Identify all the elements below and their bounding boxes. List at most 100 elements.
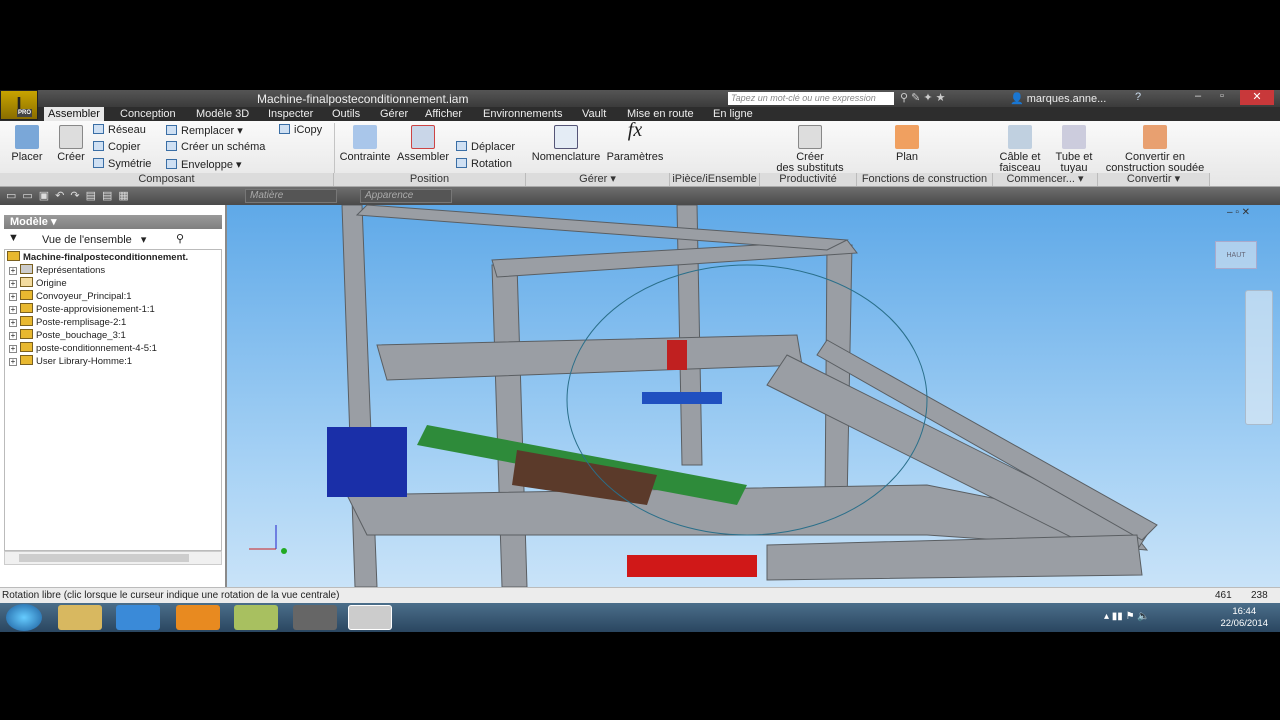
taskbar: ▴ ▮▮ ⚑ 🔈 16:44 22/06/2014 [0,603,1280,632]
cursor-x: 461 [1215,590,1232,601]
find-icon[interactable]: ⚲ [176,232,184,245]
cursor-y: 238 [1251,590,1268,601]
tab-outils[interactable]: Outils [328,107,364,121]
assemble-icon [411,125,435,149]
quick-access-icons[interactable]: ▭▭▣↶↷▤▤▦ [6,189,135,202]
folder-icon [20,277,33,287]
close-button[interactable]: ✕ [1240,90,1274,105]
contrainte-button[interactable]: Contrainte [336,125,394,163]
cable-faisceau-button[interactable]: Câble et faisceau [996,125,1044,174]
tab-modele-3d[interactable]: Modèle 3D [192,107,253,121]
camera-taskbar-icon[interactable] [293,605,337,630]
panel-gerer[interactable]: Gérer ▾ [526,173,670,186]
panel-productivite[interactable]: Productivité [760,173,857,186]
horizontal-scrollbar[interactable] [4,551,222,565]
tab-gerer[interactable]: Gérer [376,107,412,121]
icopy-icon [279,124,290,134]
start-button[interactable] [6,604,42,631]
panel-composant[interactable]: Composant [0,173,334,186]
material-select[interactable]: Matière [245,189,337,203]
tree-item[interactable]: + Origine [9,277,67,290]
assembly-icon [20,355,33,365]
tree-item[interactable]: + Convoyeur_Principal:1 [9,290,132,303]
assembler-button[interactable]: Assembler [395,125,451,163]
tab-vault[interactable]: Vault [578,107,610,121]
maximize-button[interactable]: ▫ [1210,90,1234,105]
panel-fonctions-construction[interactable]: Fonctions de construction [857,173,993,186]
title-bar: Machine-finalposteconditionnement.iam Ta… [0,90,1280,107]
navigation-bar[interactable] [1245,290,1273,425]
tab-afficher[interactable]: Afficher [421,107,466,121]
clock[interactable]: 16:44 22/06/2014 [1220,606,1268,630]
tab-conception[interactable]: Conception [116,107,180,121]
tree-item[interactable]: + Poste_bouchage_3:1 [9,329,126,342]
tray-icons[interactable]: ▴ ▮▮ ⚑ 🔈 [1104,611,1150,622]
remplacer-button[interactable]: Remplacer ▾ [166,124,243,137]
enveloppe-button[interactable]: Enveloppe ▾ [166,158,242,171]
panel-commencer[interactable]: Commencer... ▾ [993,173,1098,186]
rotation-button[interactable]: Rotation [456,158,512,170]
icopy-button[interactable]: iCopy [279,124,322,136]
placer-button[interactable]: Placer [8,125,46,163]
app-taskbar-icon[interactable] [234,605,278,630]
model-browser: Modèle ▾ ▼ Vue de l'ensemble ▾ ⚲ Machine… [0,205,227,587]
tree-item[interactable]: + User Library-Homme:1 [9,355,132,368]
bom-icon [554,125,578,149]
creer-button[interactable]: Créer [54,125,88,163]
user-account[interactable]: 👤 marques.anne... [1010,92,1106,105]
assembly-icon [20,342,33,352]
tree-item[interactable]: + poste-conditionnement-4-5:1 [9,342,157,355]
creer-substituts-button[interactable]: Créer des substituts [770,125,850,174]
tab-assembler[interactable]: Assembler [44,107,104,121]
filter-icon[interactable]: ▼ [8,232,19,244]
inventor-taskbar-icon[interactable] [348,605,392,630]
app-menu-button[interactable]: I PRO [0,90,38,120]
internet-explorer-taskbar-icon[interactable] [116,605,160,630]
viewcube[interactable]: HAUT [1215,241,1257,269]
tree-item[interactable]: + Poste-remplisage-2:1 [9,316,126,329]
copier-button[interactable]: Copier [93,141,140,153]
tube-tuyau-button[interactable]: Tube et tuyau [1052,125,1096,174]
vlc-taskbar-icon[interactable] [176,605,220,630]
browser-toolbar: ▼ Vue de l'ensemble ▾ ⚲ [4,230,222,248]
shrinkwrap-icon [166,159,177,169]
tab-en-ligne[interactable]: En ligne [709,107,757,121]
deplacer-button[interactable]: Déplacer [456,141,515,153]
tab-inspecter[interactable]: Inspecter [264,107,317,121]
constraint-icon [353,125,377,149]
panel-position[interactable]: Position [334,173,526,186]
cable-icon [1008,125,1032,149]
panel-convertir[interactable]: Convertir ▾ [1098,173,1210,186]
assembly-icon [7,251,20,261]
substitute-icon [798,125,822,149]
tree-item[interactable]: + Représentations [9,264,105,277]
help-tools-icons[interactable]: ⚲ ✎ ✦ ★ [900,91,946,104]
replace-icon [166,125,177,135]
tree-root[interactable]: Machine-finalposteconditionnement. [7,251,188,264]
viewport-window-controls[interactable]: – ▫ ✕ [1227,207,1250,218]
panel-ipiece[interactable]: iPièce/iEnsemble [670,173,760,186]
help-search-input[interactable]: Tapez un mot-clé ou une expression [728,92,894,105]
tab-environnements[interactable]: Environnements [479,107,567,121]
mirror-icon [93,158,104,168]
3d-viewport[interactable]: HAUT – ▫ ✕ [227,205,1280,587]
view-select[interactable]: Vue de l'ensemble ▾ [42,233,146,246]
copy-icon [93,141,104,151]
creer-schema-button[interactable]: Créer un schéma [166,141,265,153]
appearance-select[interactable]: Apparence [360,189,452,203]
parametres-button[interactable]: fx Paramètres [604,120,666,163]
help-icon[interactable]: ? [1135,91,1141,103]
assembly-model [249,205,1158,587]
user-icon: 👤 [1010,93,1024,105]
plan-button[interactable]: Plan [890,125,924,163]
symetrie-button[interactable]: Symétrie [93,158,151,170]
tree-item[interactable]: + Poste-approvisionement-1:1 [9,303,155,316]
browser-header[interactable]: Modèle ▾ [4,215,222,229]
nomenclature-button[interactable]: Nomenclature [530,125,602,163]
convertir-soudee-button[interactable]: Convertir en construction soudée [1100,125,1210,174]
quick-access-toolbar: ▭▭▣↶↷▤▤▦ Matière Apparence [0,187,1280,205]
reseau-button[interactable]: Réseau [93,124,146,136]
explorer-taskbar-icon[interactable] [58,605,102,630]
minimize-button[interactable]: – [1186,90,1210,105]
representations-icon [20,264,33,274]
